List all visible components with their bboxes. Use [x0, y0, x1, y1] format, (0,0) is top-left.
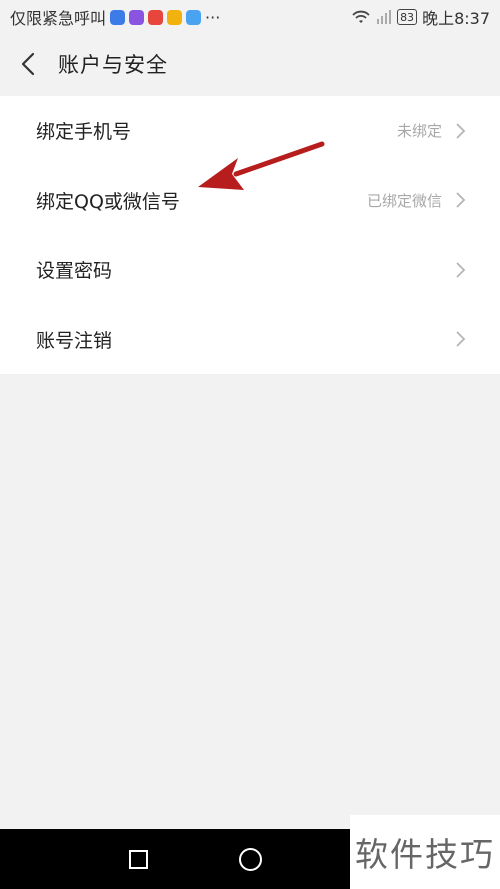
chevron-right-icon [456, 123, 466, 139]
settings-item-value: 已绑定微信 [366, 191, 442, 210]
settings-item-value: 未绑定 [396, 122, 442, 141]
chevron-right-icon [456, 331, 466, 347]
back-chevron-left-icon[interactable] [18, 51, 40, 77]
home-icon[interactable] [239, 848, 262, 871]
wifi-icon [352, 10, 370, 23]
chevron-right-icon [456, 262, 466, 278]
header: 账户与安全 [0, 34, 500, 94]
status-bar: 仅限紧急呼叫 ··· 83 晚上8:37 [0, 0, 500, 34]
game-app-icon [167, 9, 183, 25]
settings-item-label: 绑定QQ或微信号 [36, 190, 180, 213]
settings-item-bind-phone[interactable]: 绑定手机号 未绑定 [0, 96, 500, 166]
settings-item-label: 设置密码 [36, 260, 113, 283]
video-app-icon [148, 9, 164, 25]
messenger-app-icon [110, 9, 126, 25]
chat-app-icon [129, 9, 145, 25]
status-time: 晚上8:37 [422, 9, 490, 28]
page-title: 账户与安全 [58, 53, 168, 77]
settings-item-label: 账号注销 [36, 329, 113, 352]
store-app-icon [186, 9, 202, 25]
watermark: 软件技巧 [350, 815, 500, 889]
status-left: 仅限紧急呼叫 ··· [10, 5, 220, 29]
carrier-text: 仅限紧急呼叫 [10, 9, 107, 28]
settings-item-set-password[interactable]: 设置密码 [0, 235, 500, 305]
settings-item-bind-qq-wechat[interactable]: 绑定QQ或微信号 已绑定微信 [0, 166, 500, 236]
no-sim-signal-icon [377, 10, 392, 24]
more-notifications-indicator: ··· [205, 7, 221, 27]
settings-list: 绑定手机号 未绑定 绑定QQ或微信号 已绑定微信 设置密码 账号注销 [0, 96, 500, 374]
recent-apps-icon[interactable] [129, 850, 148, 869]
settings-item-delete-account[interactable]: 账号注销 [0, 305, 500, 375]
battery-indicator: 83 [397, 9, 418, 25]
chevron-right-icon [456, 192, 466, 208]
settings-item-label: 绑定手机号 [36, 121, 132, 144]
status-right: 83 晚上8:37 [351, 5, 490, 29]
